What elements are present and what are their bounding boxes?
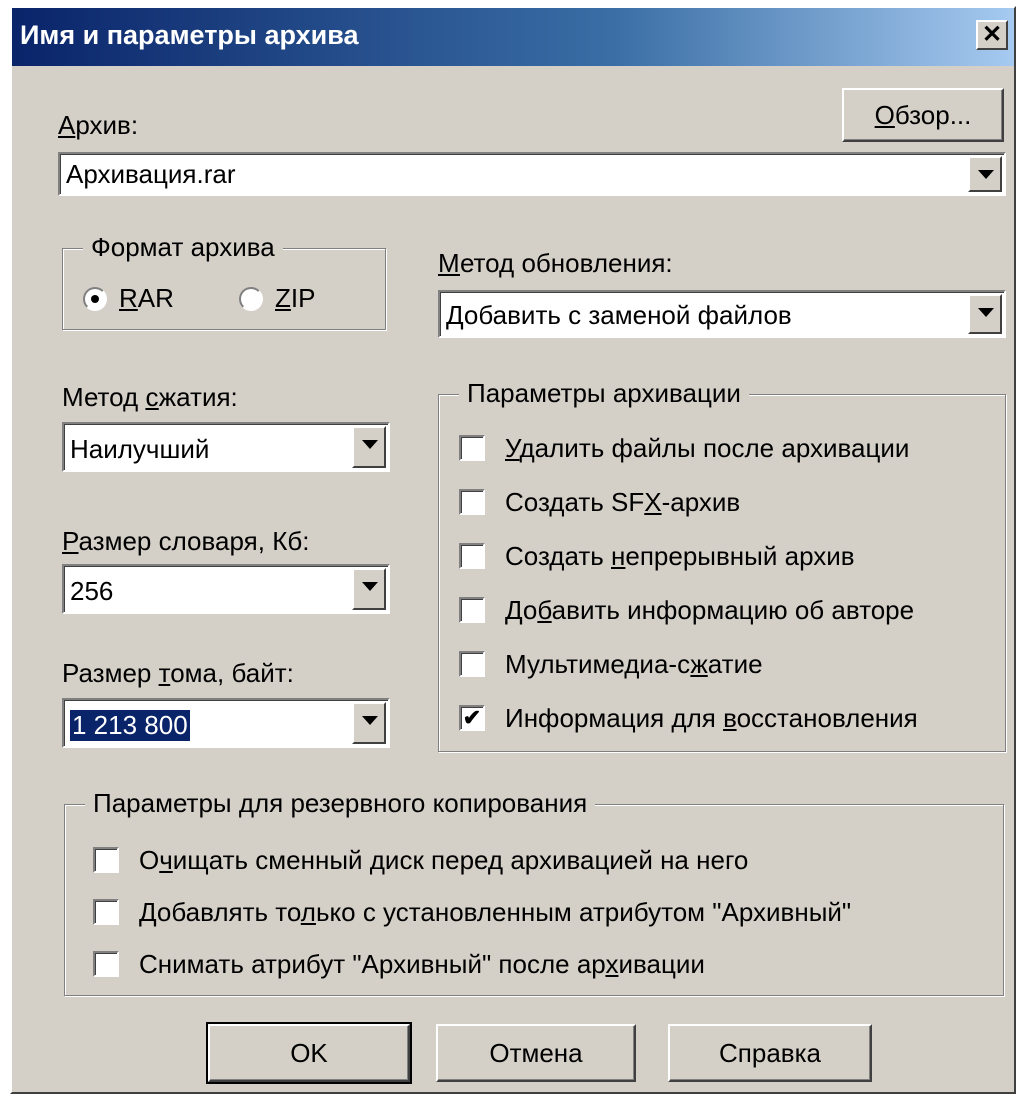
ok-button[interactable]: OK — [206, 1022, 412, 1084]
volume-size-combo[interactable]: 1 213 800 — [62, 698, 390, 748]
title-bar[interactable]: Имя и параметры архива ✕ — [12, 8, 1014, 66]
archive-format-legend: Формат архива — [83, 232, 283, 263]
checkbox-clear-archive-attr[interactable] — [93, 951, 119, 977]
checkbox-delete-files[interactable] — [459, 435, 485, 461]
archiving-options-group: Параметры архивации Удалить файлы после … — [438, 378, 1006, 752]
checkbox-recovery-record-label: Информация для восстановления — [505, 703, 918, 733]
chevron-down-icon[interactable] — [352, 568, 386, 610]
compression-value: Наилучший — [70, 434, 210, 464]
checkbox-delete-files-label: Удалить файлы после архивации — [505, 433, 910, 463]
archive-name-value: Архивация.rar — [66, 159, 236, 189]
volume-size-value[interactable]: 1 213 800 — [70, 710, 190, 741]
dictionary-value: 256 — [70, 576, 114, 606]
close-button[interactable]: ✕ — [976, 20, 1008, 50]
dictionary-combo[interactable]: 256 — [62, 564, 390, 614]
archive-label: Архив: — [58, 110, 139, 140]
chevron-down-icon[interactable] — [352, 426, 386, 468]
chevron-down-icon[interactable] — [968, 294, 1002, 334]
backup-options-legend: Параметры для резервного копирования — [85, 788, 596, 819]
checkbox-clear-archive-attr-label: Снимать атрибут "Архивный" после архивац… — [139, 949, 705, 979]
window-title: Имя и параметры архива — [20, 20, 359, 50]
archiving-options-legend: Параметры архивации — [459, 378, 749, 409]
checkbox-archive-attr-only-label: Добавлять только с установленным атрибут… — [139, 897, 852, 927]
update-method-combo[interactable]: Добавить с заменой файлов — [438, 290, 1006, 338]
radio-rar[interactable] — [83, 287, 107, 311]
checkbox-clear-disk-label: Очищать сменный диск перед архивацией на… — [139, 845, 749, 875]
checkbox-sfx[interactable] — [459, 489, 485, 515]
compression-combo[interactable]: Наилучший — [62, 422, 390, 472]
archive-dialog: Имя и параметры архива ✕ Архив: Обзор...… — [10, 6, 1016, 1094]
checkbox-sfx-label: Создать SFX-архив — [505, 487, 741, 517]
radio-zip-label: ZIP — [275, 283, 316, 313]
checkbox-solid[interactable] — [459, 543, 485, 569]
help-button[interactable]: Справка — [668, 1024, 872, 1082]
checkbox-multimedia[interactable] — [459, 651, 485, 677]
dictionary-label: Размер словаря, Кб: — [62, 526, 310, 556]
checkbox-archive-attr-only[interactable] — [93, 899, 119, 925]
checkbox-solid-label: Создать непрерывный архив — [505, 541, 855, 571]
chevron-down-icon[interactable] — [968, 156, 1002, 192]
update-method-value: Добавить с заменой файлов — [446, 300, 792, 330]
checkbox-multimedia-label: Мультимедиа-сжатие — [505, 649, 763, 679]
radio-rar-label: RAR — [119, 283, 174, 313]
cancel-button[interactable]: Отмена — [436, 1024, 636, 1082]
checkbox-author-info-label: Добавить информацию об авторе — [505, 595, 915, 625]
volume-size-label: Размер тома, байт: — [62, 658, 294, 688]
check-mark-icon: ✔ — [462, 705, 482, 730]
browse-button[interactable]: Обзор... — [842, 88, 1004, 142]
archive-format-group: Формат архива RAR ZIP — [62, 232, 386, 330]
checkbox-author-info[interactable] — [459, 597, 485, 623]
checkbox-clear-disk[interactable] — [93, 847, 119, 873]
chevron-down-icon[interactable] — [352, 702, 386, 744]
radio-zip[interactable] — [239, 287, 263, 311]
backup-options-group: Параметры для резервного копирования Очи… — [64, 788, 1004, 996]
archive-name-combo[interactable]: Архивация.rar — [58, 152, 1006, 196]
close-icon: ✕ — [981, 21, 1003, 48]
checkbox-recovery-record[interactable]: ✔ — [459, 705, 485, 731]
update-method-label: Метод обновления: — [438, 248, 673, 278]
compression-label: Метод сжатия: — [62, 382, 238, 412]
